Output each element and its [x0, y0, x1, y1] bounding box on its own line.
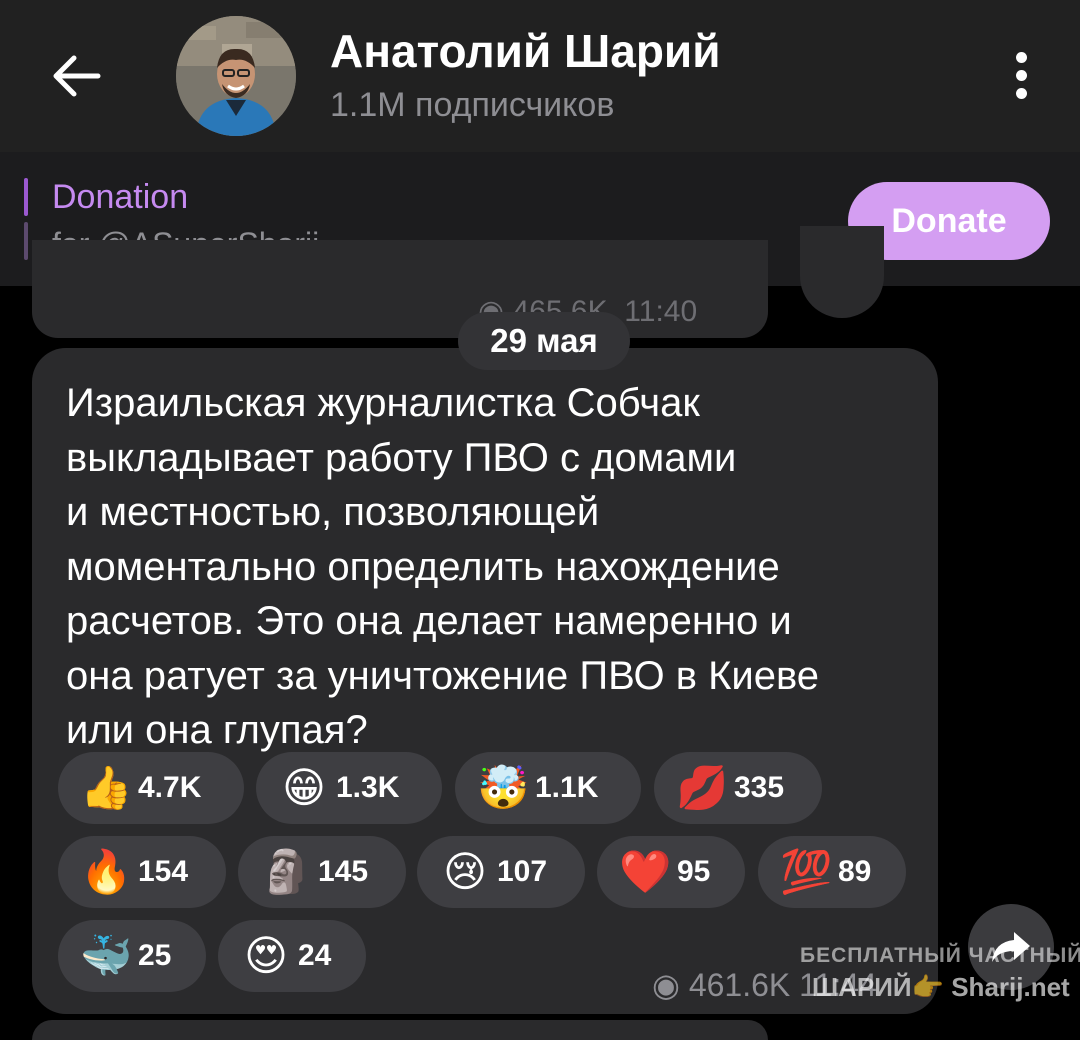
- next-message-bubble: [32, 1020, 768, 1040]
- thumbs-up-icon: 👍: [80, 764, 133, 811]
- avatar-photo: [176, 16, 296, 136]
- message-text: Израильская журналистка Собчак выкладыва…: [66, 381, 820, 752]
- reaction-fire[interactable]: 🔥 154: [58, 836, 226, 908]
- message-views: 461.6K: [688, 967, 791, 1003]
- reaction-hundred[interactable]: 💯 89: [758, 836, 906, 908]
- reaction-kiss[interactable]: 💋 335: [654, 752, 822, 824]
- reaction-heart[interactable]: ❤️ 95: [597, 836, 745, 908]
- reaction-count: 24: [298, 939, 332, 972]
- reaction-count: 154: [138, 855, 189, 888]
- previous-time: 11:40: [624, 295, 698, 328]
- moai-icon: 🗿: [260, 848, 313, 895]
- reaction-count: 95: [677, 855, 711, 888]
- heart-eyes-icon: 😍: [244, 932, 288, 979]
- reaction-whale[interactable]: 🐳 25: [58, 920, 206, 992]
- back-button[interactable]: [40, 40, 112, 112]
- reaction-count: 25: [138, 939, 172, 972]
- grin-icon: 😁: [282, 764, 326, 811]
- reaction-heart-eyes[interactable]: 😍 24: [218, 920, 366, 992]
- subscriber-count: 1.1M подписчиков: [330, 86, 615, 124]
- reaction-exploding-head[interactable]: 🤯 1.1K: [455, 752, 641, 824]
- fire-icon: 🔥: [80, 848, 133, 895]
- reaction-count: 89: [838, 855, 872, 888]
- reaction-count: 1.3K: [336, 771, 400, 804]
- pinned-title: Donation: [52, 178, 189, 216]
- reaction-count: 107: [497, 855, 548, 888]
- whale-icon: 🐳: [80, 932, 133, 979]
- watermark-line1: БЕСПЛАТНЫЙ ЧАСТНЫЙ: [800, 944, 1080, 967]
- reaction-count: 4.7K: [138, 771, 202, 804]
- reaction-thumbs-up[interactable]: 👍 4.7K: [58, 752, 244, 824]
- reaction-count: 145: [318, 855, 369, 888]
- pinned-indicator: [24, 222, 28, 260]
- kiss-mark-icon: 💋: [676, 764, 729, 811]
- reaction-count: 335: [734, 771, 785, 804]
- arrow-left-icon: [53, 55, 101, 97]
- pinned-indicator-active: [24, 178, 28, 216]
- crying-face-icon: 😢: [443, 848, 487, 895]
- hundred-points-icon: 💯: [780, 848, 833, 895]
- more-menu-button[interactable]: [1000, 48, 1044, 104]
- watermark-line2: ШАРИЙ👉 Sharij.net: [812, 972, 1070, 1002]
- reaction-crying[interactable]: 😢 107: [417, 836, 585, 908]
- reaction-count: 1.1K: [535, 771, 599, 804]
- channel-title[interactable]: Анатолий Шарий: [330, 24, 720, 78]
- channel-avatar[interactable]: [176, 16, 296, 136]
- reaction-grin[interactable]: 😁 1.3K: [256, 752, 442, 824]
- eye-icon: ◉: [652, 967, 680, 1003]
- date-separator: 29 мая: [458, 312, 630, 370]
- previous-share-button[interactable]: [800, 226, 884, 318]
- red-heart-icon: ❤️: [619, 848, 672, 895]
- reaction-moai[interactable]: 🗿 145: [238, 836, 406, 908]
- exploding-head-icon: 🤯: [477, 764, 530, 811]
